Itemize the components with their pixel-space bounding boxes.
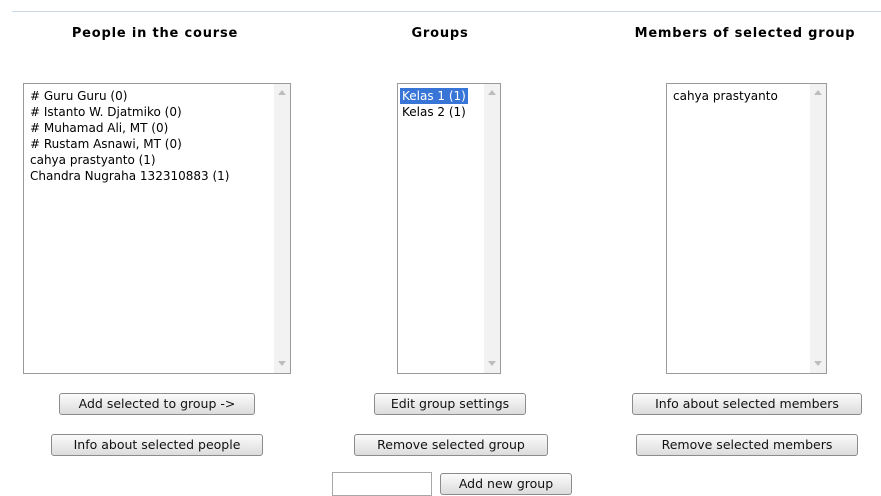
members-heading: Members of selected group — [634, 26, 856, 41]
list-item[interactable]: # Muhamad Ali, MT (0) — [28, 120, 270, 136]
scroll-up-icon[interactable] — [488, 90, 496, 95]
new-group-name-input[interactable] — [332, 472, 432, 496]
edit-group-settings-button[interactable]: Edit group settings — [374, 393, 526, 415]
list-item[interactable]: # Istanto W. Djatmiko (0) — [28, 104, 270, 120]
people-listbox[interactable]: # Guru Guru (0) # Istanto W. Djatmiko (0… — [23, 83, 291, 374]
scrollbar[interactable] — [810, 84, 826, 373]
add-new-group-button[interactable]: Add new group — [440, 473, 572, 495]
scroll-down-icon[interactable] — [488, 361, 496, 366]
list-item-selected[interactable]: Kelas 1 (1) — [400, 88, 468, 104]
add-selected-to-group-button[interactable]: Add selected to group -> — [59, 393, 255, 415]
list-item[interactable]: # Rustam Asnawi, MT (0) — [28, 136, 270, 152]
groups-listbox[interactable]: Kelas 1 (1) Kelas 2 (1) — [397, 83, 501, 374]
list-item[interactable]: Kelas 2 (1) — [400, 104, 480, 120]
list-item[interactable]: # Guru Guru (0) — [28, 88, 270, 104]
remove-selected-group-button[interactable]: Remove selected group — [354, 434, 548, 456]
list-item[interactable]: cahya prastyanto — [671, 88, 806, 104]
scroll-up-icon[interactable] — [814, 90, 822, 95]
scrollbar[interactable] — [484, 84, 500, 373]
people-heading: People in the course — [71, 26, 239, 41]
scrollbar[interactable] — [274, 84, 290, 373]
groups-heading: Groups — [411, 26, 469, 41]
remove-selected-members-button[interactable]: Remove selected members — [636, 434, 858, 456]
members-listbox[interactable]: cahya prastyanto — [666, 83, 827, 374]
list-item[interactable]: Chandra Nugraha 132310883 (1) — [28, 168, 270, 184]
list-item[interactable]: cahya prastyanto (1) — [28, 152, 270, 168]
scroll-down-icon[interactable] — [278, 361, 286, 366]
info-selected-people-button[interactable]: Info about selected people — [51, 434, 263, 456]
top-divider — [12, 11, 881, 12]
info-selected-members-button[interactable]: Info about selected members — [632, 393, 862, 415]
scroll-down-icon[interactable] — [814, 361, 822, 366]
scroll-up-icon[interactable] — [278, 90, 286, 95]
